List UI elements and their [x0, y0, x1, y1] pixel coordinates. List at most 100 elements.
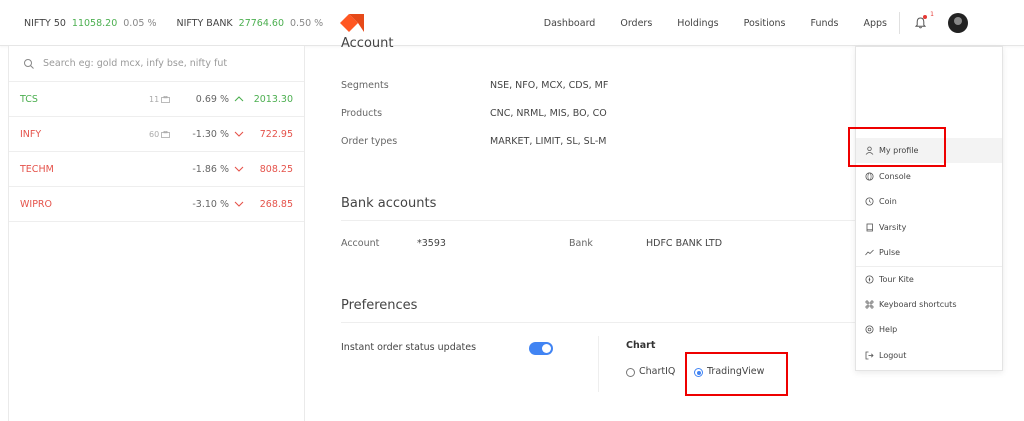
holding-qty-value: 11	[149, 94, 160, 104]
index-nifty50[interactable]: NIFTY 50 11058.20 0.05 %	[24, 18, 156, 29]
menu-item-tour-kite[interactable]: Tour Kite	[856, 267, 1002, 292]
search-icon	[24, 58, 34, 69]
bank-name-label: Bank	[569, 238, 593, 249]
watch-change: -1.86 %	[192, 163, 229, 175]
marketwatch-sidebar: TCS 11 0.69 % 2013.30 INFY 60 -1.30 % 72…	[8, 46, 305, 421]
segments-value: NSE, NFO, MCX, CDS, MF	[490, 80, 609, 91]
nav-funds[interactable]: Funds	[811, 18, 839, 29]
index-value: 27764.60	[238, 17, 284, 29]
column-divider	[598, 336, 599, 392]
bank-account-label: Account	[341, 238, 380, 249]
menu-item-logout[interactable]: Logout	[856, 343, 1002, 368]
trend-icon	[865, 249, 874, 256]
watch-symbol: TCS	[20, 93, 38, 105]
menu-item-pulse[interactable]: Pulse	[856, 240, 1002, 265]
watch-change: 0.69 %	[195, 93, 229, 105]
section-title-preferences: Preferences	[341, 298, 418, 313]
nav-holdings[interactable]: Holdings	[677, 18, 718, 29]
notification-count: 1	[930, 11, 934, 18]
section-title-bank: Bank accounts	[341, 196, 437, 211]
search-input[interactable]	[43, 58, 283, 69]
nav-divider	[899, 12, 900, 34]
chevron-down-icon	[234, 201, 244, 207]
menu-item-varsity[interactable]: Varsity	[856, 215, 1002, 240]
products-label: Products	[341, 108, 383, 119]
instant-updates-label: Instant order status updates	[341, 342, 477, 353]
highlight-box-my-profile	[848, 127, 946, 167]
kite-logo-icon[interactable]	[340, 14, 364, 32]
menu-item-keyboard-shortcuts[interactable]: Keyboard shortcuts	[856, 292, 1002, 317]
holding-qty-value: 60	[149, 129, 160, 139]
globe-icon	[865, 172, 874, 181]
watch-change: -1.30 %	[192, 128, 229, 140]
section-divider	[341, 220, 855, 221]
search-bar	[9, 46, 304, 82]
instant-updates-toggle[interactable]	[529, 342, 553, 355]
watch-price: 2013.30	[253, 93, 293, 105]
avatar[interactable]	[948, 13, 968, 33]
bank-name-value: HDFC BANK LTD	[646, 238, 723, 249]
chevron-up-icon	[234, 96, 244, 102]
notification-dot	[923, 15, 927, 19]
watchlist-row[interactable]: WIPRO -3.10 % 268.85	[9, 187, 304, 222]
menu-item-console[interactable]: Console	[856, 164, 1002, 189]
bank-account-value: *3593	[417, 238, 446, 249]
chevron-down-icon	[234, 166, 244, 172]
compass-icon	[865, 275, 874, 284]
holding-qty: 11	[149, 94, 171, 104]
menu-label: Keyboard shortcuts	[879, 300, 957, 309]
section-divider	[341, 322, 855, 323]
help-icon	[865, 325, 874, 334]
index-change: 0.05 %	[123, 17, 157, 29]
clock-icon	[865, 197, 874, 206]
menu-label: Help	[879, 325, 898, 334]
order-types-label: Order types	[341, 136, 398, 147]
chevron-down-icon	[234, 131, 244, 137]
watchlist-row[interactable]: TECHM -1.86 % 808.25	[9, 152, 304, 187]
menu-label: Pulse	[879, 248, 901, 257]
nav-orders[interactable]: Orders	[620, 18, 652, 29]
watch-change: -3.10 %	[192, 198, 229, 210]
watch-symbol: TECHM	[20, 163, 54, 175]
menu-label: Logout	[879, 351, 907, 360]
menu-item-coin[interactable]: Coin	[856, 189, 1002, 214]
menu-item-help[interactable]: Help	[856, 317, 1002, 342]
watch-symbol: INFY	[20, 128, 42, 140]
watch-price: 808.25	[259, 163, 293, 175]
index-name: NIFTY 50	[24, 17, 66, 29]
watch-symbol: WIPRO	[20, 198, 53, 210]
chartiq-label[interactable]: ChartIQ	[639, 366, 675, 377]
top-header: NIFTY 50 11058.20 0.05 % NIFTY BANK 2776…	[0, 0, 1024, 46]
segments-label: Segments	[341, 80, 389, 91]
index-name: NIFTY BANK	[176, 17, 233, 29]
chart-pref-label: Chart	[626, 340, 656, 351]
command-icon	[865, 300, 874, 309]
highlight-box-tradingview	[685, 352, 788, 396]
briefcase-icon	[161, 130, 171, 138]
nav-positions[interactable]: Positions	[744, 18, 786, 29]
nav-dashboard[interactable]: Dashboard	[544, 18, 596, 29]
watch-price: 722.95	[259, 128, 293, 140]
briefcase-icon	[161, 95, 171, 103]
section-title-account: Account	[341, 36, 394, 51]
holding-qty: 60	[149, 129, 171, 139]
notifications-button[interactable]: 1	[910, 11, 934, 33]
profile-dropdown: My profile Console Coin Varsity Pulse To…	[855, 46, 1003, 371]
main-nav: Dashboard Orders Holdings Positions Fund…	[544, 0, 1024, 46]
index-niftybank[interactable]: NIFTY BANK 27764.60 0.50 %	[176, 18, 323, 29]
products-value: CNC, NRML, MIS, BO, CO	[490, 108, 607, 119]
watchlist-row[interactable]: TCS 11 0.69 % 2013.30	[9, 82, 304, 117]
book-icon	[866, 223, 873, 232]
menu-label: Console	[879, 172, 911, 181]
watchlist-row[interactable]: INFY 60 -1.30 % 722.95	[9, 117, 304, 152]
chartiq-radio[interactable]	[626, 368, 635, 377]
index-value: 11058.20	[71, 17, 118, 29]
order-types-value: MARKET, LIMIT, SL, SL-M	[490, 136, 607, 147]
menu-label: Varsity	[879, 223, 907, 232]
menu-label: Coin	[879, 197, 897, 206]
market-indices: NIFTY 50 11058.20 0.05 % NIFTY BANK 2776…	[24, 0, 343, 46]
index-change: 0.50 %	[290, 17, 324, 29]
nav-apps[interactable]: Apps	[863, 18, 887, 29]
logout-icon	[865, 351, 874, 360]
menu-label: Tour Kite	[879, 275, 914, 284]
